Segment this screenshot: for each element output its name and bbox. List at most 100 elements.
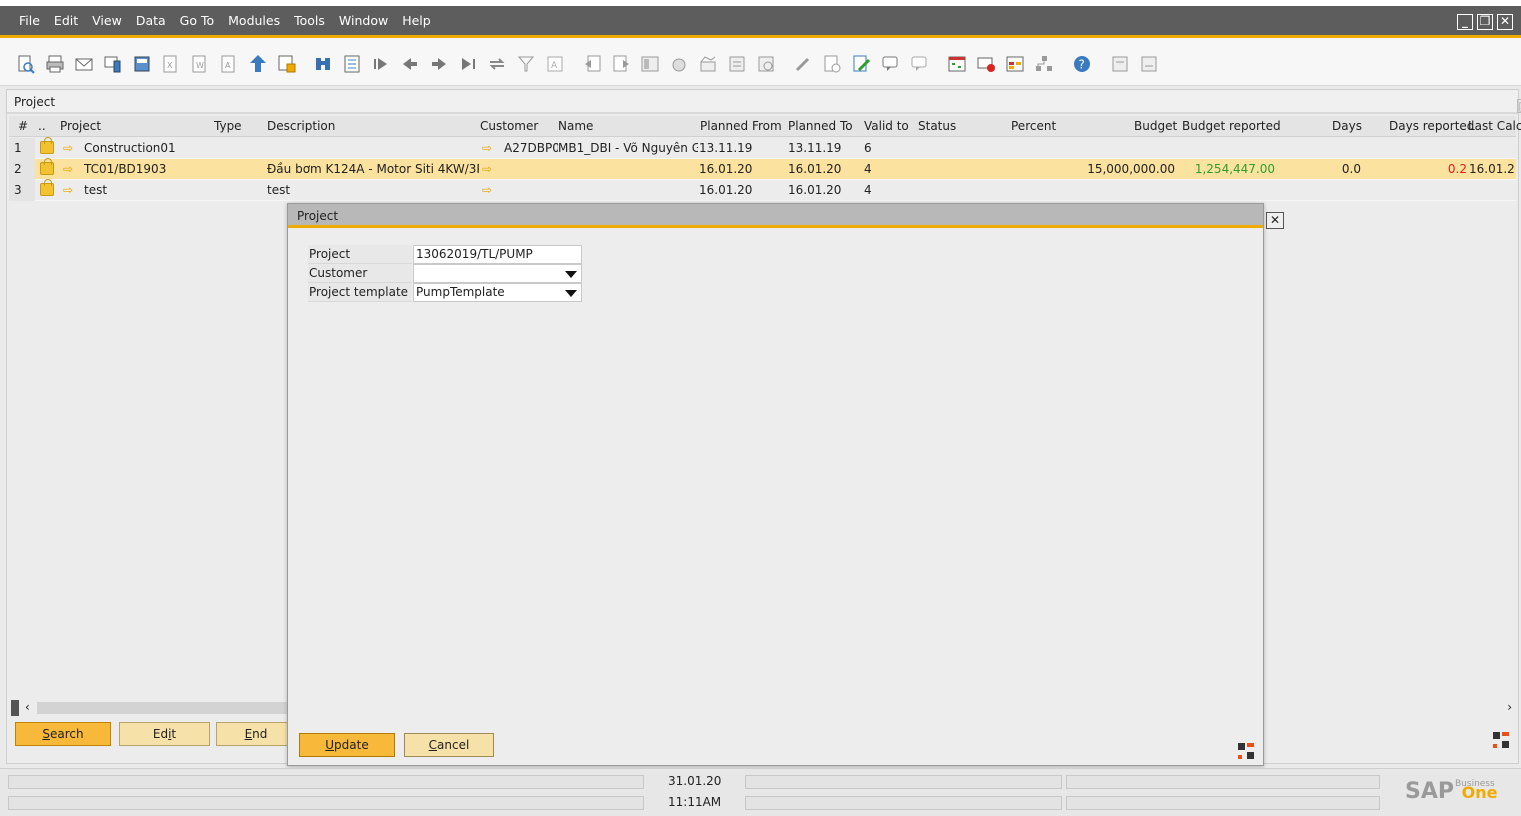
col-header-num[interactable]: # — [18, 119, 28, 133]
filter-icon[interactable] — [516, 54, 536, 74]
help-icon[interactable]: ? — [1072, 54, 1092, 74]
previous-record-icon[interactable] — [400, 54, 420, 74]
first-record-icon[interactable] — [371, 54, 391, 74]
link-arrow-icon[interactable]: ⇨ — [482, 141, 492, 155]
add-icon[interactable] — [342, 54, 362, 74]
scroll-right-icon[interactable]: › — [1507, 700, 1512, 714]
menu-tools[interactable]: Tools — [287, 13, 332, 28]
col-header-budget[interactable]: Budget — [1134, 119, 1177, 133]
table-row-selected[interactable]: 2 ⇨ TC01/BD1903 Đầu bơm K124A - Motor Si… — [9, 158, 1516, 180]
update-button[interactable]: Update — [299, 733, 395, 757]
calendar-icon[interactable] — [947, 54, 967, 74]
col-header-status[interactable]: Status — [918, 119, 956, 133]
launch-app-icon[interactable] — [248, 54, 268, 74]
scroll-left-icon[interactable]: ‹ — [25, 700, 30, 714]
toolbar-option-icon[interactable] — [1139, 54, 1159, 74]
link-arrow-icon[interactable]: ⇨ — [63, 162, 73, 176]
target-document-icon[interactable] — [611, 54, 631, 74]
col-header-last-calc[interactable]: Last Calc — [1468, 119, 1521, 133]
export-pdf-icon[interactable]: A — [219, 54, 239, 74]
alerts-icon[interactable] — [909, 54, 929, 74]
export-excel-icon[interactable]: X — [161, 54, 181, 74]
status-field — [745, 796, 1062, 810]
scroll-thumb[interactable] — [37, 702, 297, 714]
menu-file[interactable]: File — [12, 13, 47, 28]
form-settings-icon[interactable] — [756, 54, 776, 74]
template-field-row: Project template PumpTemplate — [308, 283, 583, 302]
cancel-button[interactable]: Cancel — [404, 733, 494, 757]
menu-help[interactable]: Help — [395, 13, 438, 28]
document-settings-icon[interactable] — [822, 54, 842, 74]
edit-button[interactable]: Edit — [119, 722, 210, 746]
menu-modules[interactable]: Modules — [221, 13, 287, 28]
dashboard-icon[interactable] — [1005, 54, 1025, 74]
sms-icon[interactable] — [103, 54, 123, 74]
find-icon[interactable] — [313, 54, 333, 74]
close-icon[interactable]: ✕ — [1497, 14, 1513, 30]
pencil-icon[interactable] — [793, 54, 813, 74]
edit-document-icon[interactable] — [851, 54, 871, 74]
col-header-planned-to[interactable]: Planned To — [788, 119, 853, 133]
menu-view[interactable]: View — [85, 13, 129, 28]
chevron-down-icon[interactable] — [565, 290, 577, 297]
col-header-budget-reported[interactable]: Budget reported — [1182, 119, 1281, 133]
end-button[interactable]: End — [216, 722, 296, 746]
export-word-icon[interactable]: W — [190, 54, 210, 74]
col-header-type[interactable]: Type — [214, 119, 242, 133]
resize-grip-icon[interactable] — [1237, 742, 1255, 760]
search-button[interactable]: Search — [15, 722, 111, 746]
preview-icon[interactable] — [16, 54, 36, 74]
drag-relate-icon[interactable] — [1110, 54, 1130, 74]
col-header-dots[interactable]: .. — [38, 119, 46, 133]
scroll-handle[interactable] — [11, 700, 19, 716]
minimize-icon[interactable]: _ — [1457, 14, 1473, 30]
table-row[interactable]: 3 ⇨ test test ⇨ 16.01.20 16.01.20 4 — [9, 179, 1516, 201]
customer-select[interactable] — [413, 264, 582, 283]
email-icon[interactable] — [74, 54, 94, 74]
last-record-icon[interactable] — [458, 54, 478, 74]
chevron-down-icon[interactable] — [565, 271, 577, 278]
menu-edit[interactable]: Edit — [47, 13, 85, 28]
menu-data[interactable]: Data — [129, 13, 173, 28]
next-record-icon[interactable] — [429, 54, 449, 74]
close-icon[interactable]: ✕ — [1266, 212, 1284, 229]
volume-weight-icon[interactable] — [698, 54, 718, 74]
col-header-days[interactable]: Days — [1332, 119, 1362, 133]
close-icon[interactable]: ✕ — [1517, 99, 1521, 113]
lock-screen-icon[interactable] — [277, 54, 297, 74]
link-arrow-icon[interactable]: ⇨ — [63, 141, 73, 155]
project-field[interactable]: 13062019/TL/PUMP — [413, 245, 582, 264]
mail-error-icon[interactable] — [976, 54, 996, 74]
messages-icon[interactable] — [880, 54, 900, 74]
svg-text:W: W — [196, 61, 204, 70]
link-arrow-icon[interactable]: ⇨ — [63, 183, 73, 197]
fax-icon[interactable] — [132, 54, 152, 74]
project-template-select[interactable]: PumpTemplate — [413, 283, 582, 302]
table-row[interactable]: 1 ⇨ Construction01 ⇨ A27DBP0: MB1_DBI - … — [9, 137, 1516, 159]
resize-grip-icon[interactable] — [1492, 731, 1510, 749]
row-number[interactable]: 2 — [9, 159, 35, 180]
print-icon[interactable] — [45, 54, 65, 74]
col-header-valid-to[interactable]: Valid to — [864, 119, 909, 133]
col-header-customer[interactable]: Customer — [480, 119, 538, 133]
restore-icon[interactable]: ❐ — [1477, 14, 1493, 30]
refresh-icon[interactable] — [487, 54, 507, 74]
layout-designer-icon[interactable] — [640, 54, 660, 74]
col-header-name[interactable]: Name — [558, 119, 593, 133]
link-arrow-icon[interactable]: ⇨ — [482, 183, 492, 197]
base-document-icon[interactable] — [583, 54, 603, 74]
row-number[interactable]: 3 — [9, 180, 35, 201]
gross-profit-icon[interactable] — [669, 54, 689, 74]
menu-window[interactable]: Window — [332, 13, 395, 28]
menu-goto[interactable]: Go To — [173, 13, 221, 28]
row-number[interactable]: 1 — [9, 138, 35, 159]
link-arrow-icon[interactable]: ⇨ — [482, 162, 492, 176]
settings-doc-icon[interactable] — [727, 54, 747, 74]
col-header-days-reported[interactable]: Days reported — [1389, 119, 1474, 133]
col-header-planned-from[interactable]: Planned From — [700, 119, 782, 133]
sort-icon[interactable]: A — [545, 54, 565, 74]
org-structure-icon[interactable] — [1034, 54, 1054, 74]
col-header-percent[interactable]: Percent — [1011, 119, 1056, 133]
col-header-project[interactable]: Project — [60, 119, 101, 133]
col-header-description[interactable]: Description — [267, 119, 335, 133]
